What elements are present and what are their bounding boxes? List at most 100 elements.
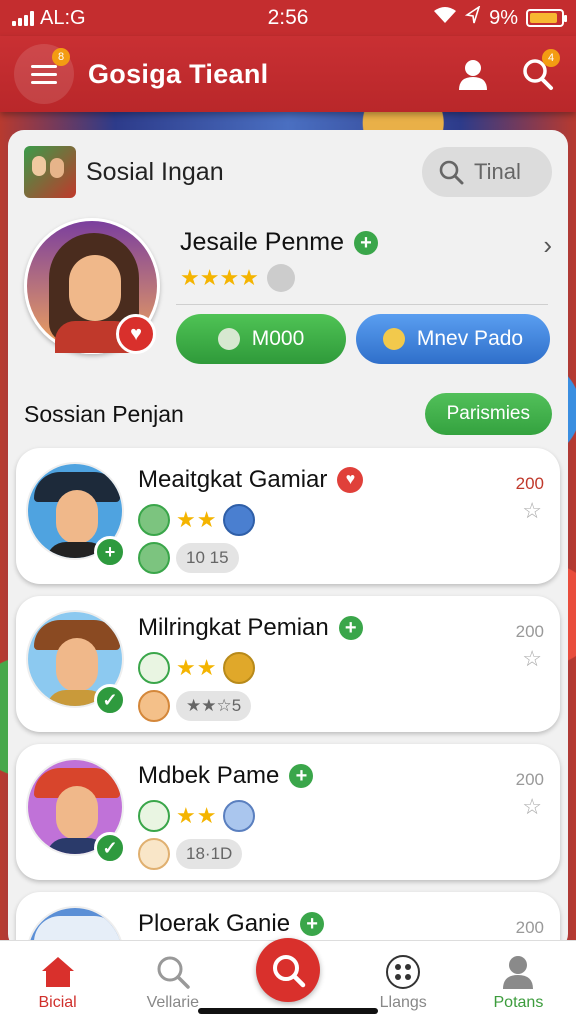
add-friend-icon[interactable]: +	[300, 912, 325, 936]
home-icon	[40, 954, 76, 990]
user-icon	[459, 60, 487, 90]
menu-icon	[31, 64, 57, 68]
mini-avatar-icon	[138, 504, 170, 536]
add-icon[interactable]: +	[94, 536, 126, 568]
chevron-right-icon[interactable]: ›	[543, 230, 552, 261]
main-card: Sosial Ingan Tinal ♥ Jesaile Penme + › ★…	[8, 130, 568, 950]
search-button[interactable]: Tinal	[422, 147, 552, 197]
profile-icon	[500, 954, 536, 990]
profile-section: ♥ Jesaile Penme + › ★★★★ M000 Mnev Pado	[24, 218, 552, 364]
wifi-icon	[433, 6, 457, 30]
header-search-button[interactable]: 4	[512, 49, 562, 99]
player-score: 200	[515, 622, 544, 641]
search-fab-button[interactable]	[256, 937, 320, 1002]
card-title: Sosial Ingan	[86, 157, 224, 186]
battery-percent: 9%	[489, 6, 518, 29]
player-name-row: Mdbek Pame +	[138, 762, 314, 790]
player-pill: 18·1D	[176, 839, 243, 869]
add-friend-icon[interactable]: +	[338, 616, 363, 640]
coin-stack-icon	[223, 504, 256, 536]
player-card[interactable]: ✓ Milringkat Pemian + ★★ ★★☆5 200 ☆	[16, 596, 560, 732]
player-name: Milringkat Pemian	[138, 614, 329, 641]
status-right: 9%	[364, 5, 567, 30]
player-name: Ploerak Ganie	[138, 910, 291, 937]
profile-button[interactable]	[448, 49, 498, 99]
money-icon	[382, 328, 405, 350]
player-stats: ★★	[138, 800, 256, 832]
search-label: Tinal	[474, 159, 521, 184]
section-header: Sossian Penjan Parismies	[24, 392, 552, 436]
nav-item-home[interactable]: Bicial	[0, 941, 115, 1024]
player-stars: ★★	[176, 803, 218, 828]
token-icon	[266, 264, 295, 292]
check-icon[interactable]: ✓	[94, 832, 126, 864]
nav-item-profile[interactable]: Potans	[461, 941, 576, 1024]
menu-button[interactable]: 8	[14, 44, 74, 104]
player-name-row: Milringkat Pemian +	[138, 614, 363, 642]
menu-icon-bar	[31, 80, 57, 84]
player-meta: 10 15	[138, 542, 239, 574]
location-icon	[464, 5, 481, 30]
coins-button-label: M000	[251, 327, 305, 350]
gold-coin-icon	[223, 652, 256, 684]
silver-coin-icon	[223, 800, 256, 832]
player-score: 200	[515, 918, 544, 937]
player-stats: ★★	[138, 652, 256, 684]
player-score: 200	[515, 474, 544, 493]
profile-name: Jesaile Penme	[180, 228, 344, 256]
mini-avatar-icon	[138, 652, 170, 684]
mini-avatar-icon	[138, 800, 170, 832]
search-fab-icon	[273, 954, 306, 987]
section-action-button[interactable]: Parismies	[424, 393, 552, 435]
player-name-row: Meaitgkat Gamiar ♥	[138, 466, 364, 494]
player-stats: ★★	[138, 504, 256, 536]
player-card[interactable]: ✓ Mdbek Pame + ★★ 18·1D 200 ☆	[16, 744, 560, 880]
player-name-row: Ploerak Ganie +	[138, 910, 325, 938]
status-left: AL:G	[12, 7, 212, 30]
favorite-star-icon[interactable]: ☆	[522, 498, 542, 524]
player-name: Meaitgkat Gamiar	[138, 466, 328, 493]
mini-avatar-icon	[138, 690, 170, 722]
card-header: Sosial Ingan Tinal	[24, 144, 552, 200]
nav-label: Llangs	[379, 993, 427, 1011]
menu-badge: 8	[52, 48, 70, 66]
player-name: Mdbek Pame	[138, 762, 280, 789]
search-icon	[155, 954, 191, 990]
money-button-label: Mnev Pado	[416, 327, 524, 350]
section-title: Sossian Penjan	[24, 400, 184, 427]
app-header: 8 Gosiga Tieanl 4	[0, 36, 576, 112]
favorite-star-icon[interactable]: ☆	[522, 794, 542, 820]
carrier-label: AL:G	[40, 6, 86, 29]
app-title: Gosiga Tieanl	[88, 58, 269, 89]
profile-name-row: Jesaile Penme +	[180, 228, 378, 257]
status-time: 2:56	[267, 6, 309, 29]
player-stars: ★★	[176, 507, 218, 532]
profile-rating: ★★★★	[180, 264, 295, 292]
player-meta: 18·1D	[138, 838, 243, 870]
heart-icon: ♥	[337, 467, 364, 493]
player-pill: ★★☆5	[176, 691, 252, 721]
grid-icon	[385, 954, 421, 990]
coins-button[interactable]: M000	[176, 314, 346, 364]
nav-label: Vellarie	[146, 993, 200, 1011]
check-icon[interactable]: ✓	[94, 684, 126, 716]
player-meta: ★★☆5	[138, 690, 252, 722]
nav-label: Bicial	[38, 993, 77, 1011]
player-card[interactable]: + Meaitgkat Gamiar ♥ ★★ 10 15 200 ☆	[16, 448, 560, 584]
home-indicator	[198, 1008, 378, 1014]
heart-icon[interactable]: ♥	[116, 314, 156, 354]
menu-icon-bar	[31, 72, 57, 76]
mini-avatar-icon	[138, 542, 170, 574]
player-score: 200	[515, 770, 544, 789]
app-logo	[24, 146, 76, 198]
favorite-star-icon[interactable]: ☆	[522, 646, 542, 672]
rating-stars: ★★★★	[180, 265, 259, 290]
player-stars: ★★	[176, 655, 218, 680]
add-friend-icon[interactable]: +	[289, 764, 314, 788]
status-bar: AL:G 2:56 9%	[0, 0, 576, 36]
money-button[interactable]: Mnev Pado	[356, 314, 550, 364]
add-friend-icon[interactable]: +	[353, 230, 378, 255]
coin-icon	[217, 328, 240, 350]
search-icon	[439, 160, 464, 185]
search-badge: 4	[542, 49, 560, 67]
